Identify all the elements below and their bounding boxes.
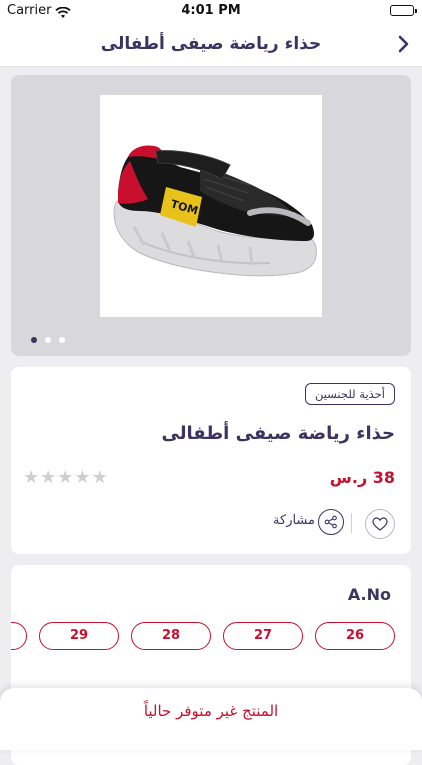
category-tag[interactable]: أحذية للجنسين bbox=[304, 383, 395, 405]
product-name: حذاء رياضة صيفى أطفالى bbox=[161, 423, 395, 444]
product-photo: TOM bbox=[100, 95, 322, 317]
availability-bar: المنتج غير متوفر حالياً bbox=[0, 688, 422, 750]
heart-icon bbox=[372, 517, 388, 531]
size-option-28[interactable]: 28 bbox=[131, 622, 211, 650]
size-label: A.No bbox=[347, 585, 391, 604]
rating-stars: ★ ★ ★ ★ ★ bbox=[23, 468, 108, 488]
battery-icon bbox=[390, 5, 417, 16]
clock: 4:01 PM bbox=[181, 3, 241, 18]
carousel-indicator[interactable] bbox=[31, 337, 65, 343]
out-of-stock-message: المنتج غير متوفر حالياً bbox=[143, 702, 279, 720]
size-option-27[interactable]: 27 bbox=[223, 622, 303, 650]
star-icon: ★ bbox=[91, 467, 108, 488]
status-bar: Carrier 4:01 PM bbox=[0, 0, 422, 22]
size-option-partial[interactable] bbox=[11, 622, 27, 650]
size-option-26[interactable]: 26 bbox=[315, 622, 395, 650]
favorite-button[interactable] bbox=[365, 509, 395, 539]
navigation-bar: حذاء رياضة صيفى أطفالى bbox=[0, 22, 422, 67]
page-title: حذاء رياضة صيفى أطفالى bbox=[100, 34, 322, 54]
product-image-carousel[interactable]: TOM bbox=[11, 75, 411, 356]
carousel-dot-3[interactable] bbox=[59, 337, 65, 343]
size-options[interactable]: 26 27 28 29 bbox=[11, 622, 411, 654]
product-price: 38 ر.س bbox=[329, 468, 395, 487]
share-label[interactable]: مشاركة bbox=[273, 513, 315, 528]
star-icon: ★ bbox=[74, 467, 91, 488]
star-icon: ★ bbox=[40, 467, 57, 488]
carousel-dot-2[interactable] bbox=[45, 337, 51, 343]
back-chevron-icon[interactable] bbox=[394, 34, 414, 54]
star-icon: ★ bbox=[57, 467, 74, 488]
share-button[interactable] bbox=[318, 509, 344, 535]
star-icon: ★ bbox=[23, 467, 40, 488]
sneaker-illustration: TOM bbox=[113, 145, 317, 277]
size-option-29[interactable]: 29 bbox=[39, 622, 119, 650]
product-info-card: أحذية للجنسين حذاء رياضة صيفى أطفالى 38 … bbox=[11, 367, 411, 554]
divider bbox=[351, 513, 352, 533]
share-icon bbox=[324, 515, 337, 529]
carousel-dot-1[interactable] bbox=[31, 337, 37, 343]
